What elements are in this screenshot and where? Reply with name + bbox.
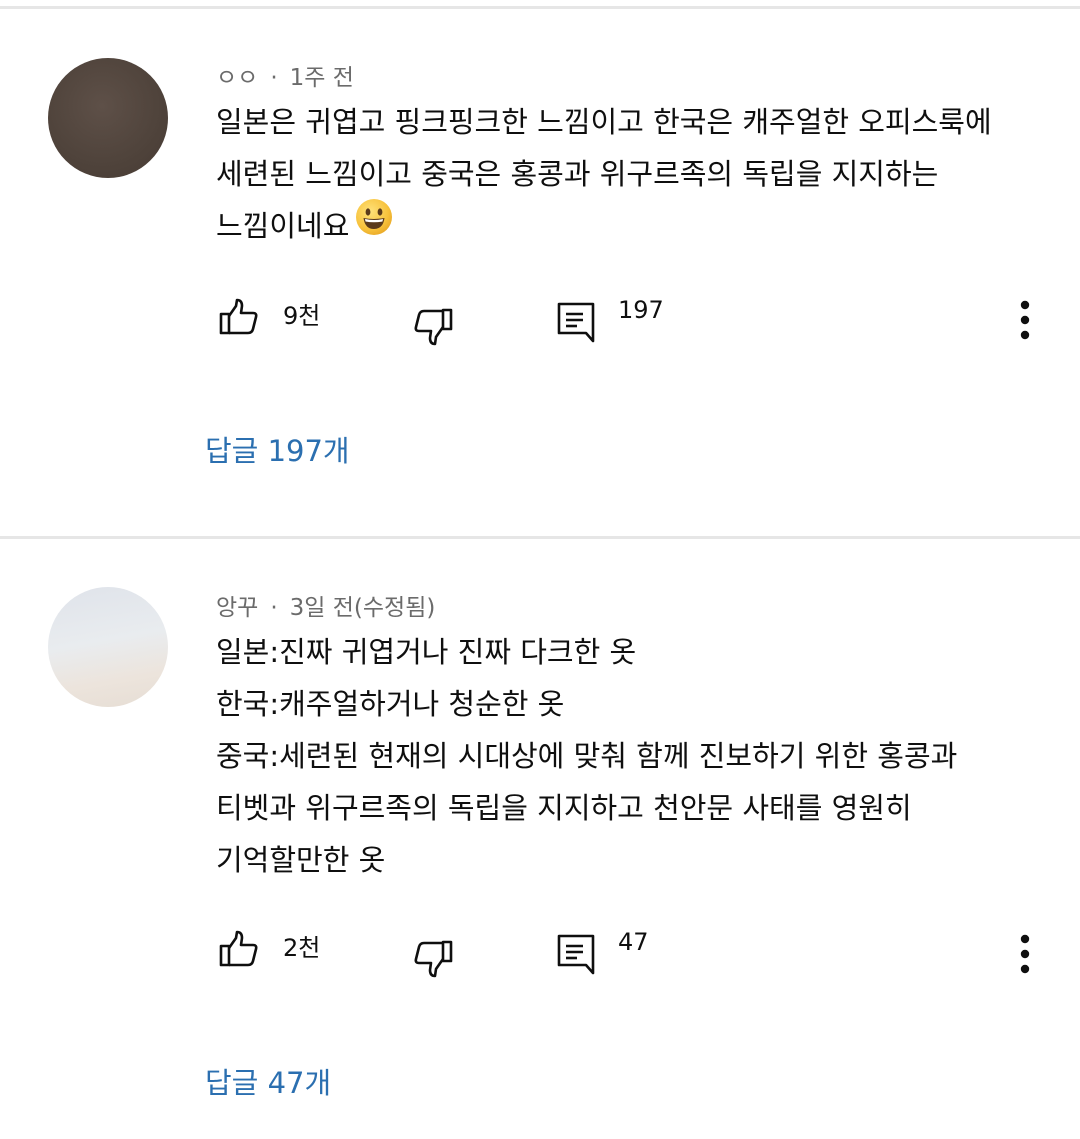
timestamp[interactable]: 1주 전	[290, 65, 354, 91]
view-replies-link[interactable]: 답글 47개	[205, 1060, 331, 1102]
thumbs-up-icon[interactable]	[218, 296, 262, 340]
thumbs-down-icon[interactable]	[410, 306, 454, 350]
comment-icon[interactable]	[555, 932, 599, 976]
like-count: 9천	[283, 302, 321, 330]
thumbs-down-icon[interactable]	[410, 938, 454, 982]
comment-line: 한국:캐주얼하거나 청순한 옷	[216, 687, 565, 721]
comment-line: 세련된 느낌이고 중국은 홍콩과 위구르족의 독립을 지지하는	[216, 157, 939, 191]
avatar[interactable]	[48, 587, 168, 707]
more-vertical-icon[interactable]	[1010, 298, 1040, 342]
comment-line: 일본은 귀엽고 핑크핑크한 느낌이고 한국은 캐주얼한 오피스룩에	[216, 105, 992, 139]
avatar[interactable]	[48, 58, 168, 178]
comment-line: 티벳과 위구르족의 독립을 지지하고 천안문 사태를 영원히	[216, 791, 912, 825]
comment-line: 기억할만한 옷	[216, 843, 386, 877]
reply-count: 47	[618, 928, 649, 956]
meta-separator: ·	[270, 65, 278, 91]
comment-line: 중국:세련된 현재의 시대상에 맞춰 함께 진보하기 위한 홍콩과	[216, 739, 958, 773]
timestamp[interactable]: 3일 전(수정됨)	[290, 595, 436, 621]
comment-meta: ㅇㅇ · 1주 전	[216, 58, 354, 92]
comment-line-with-emoji: 느낌이네요	[216, 198, 1016, 252]
comment-text: 일본은 귀엽고 핑크핑크한 느낌이고 한국은 캐주얼한 오피스룩에 세련된 느낌…	[216, 96, 1016, 252]
top-divider	[0, 6, 1080, 9]
like-count: 2천	[283, 934, 321, 962]
author-name[interactable]: ㅇㅇ	[216, 65, 258, 91]
comment-text: 일본:진짜 귀엽거나 진짜 다크한 옷 한국:캐주얼하거나 청순한 옷 중국:세…	[216, 626, 1016, 886]
grinning-face-icon	[355, 198, 393, 252]
meta-separator: ·	[270, 595, 278, 621]
comment-icon[interactable]	[555, 300, 599, 344]
comment-line: 일본:진짜 귀엽거나 진짜 다크한 옷	[216, 635, 637, 669]
comment-divider	[0, 536, 1080, 539]
comment-line: 느낌이네요	[216, 209, 350, 243]
thumbs-up-icon[interactable]	[218, 928, 262, 972]
reply-count: 197	[618, 296, 664, 324]
author-name[interactable]: 앙꾸	[216, 595, 258, 621]
comment-actions: 9천 197	[0, 294, 1080, 346]
more-vertical-icon[interactable]	[1010, 932, 1040, 976]
comment-actions: 2천 47	[0, 926, 1080, 978]
view-replies-link[interactable]: 답글 197개	[205, 428, 350, 470]
comment-meta: 앙꾸 · 3일 전(수정됨)	[216, 588, 435, 622]
